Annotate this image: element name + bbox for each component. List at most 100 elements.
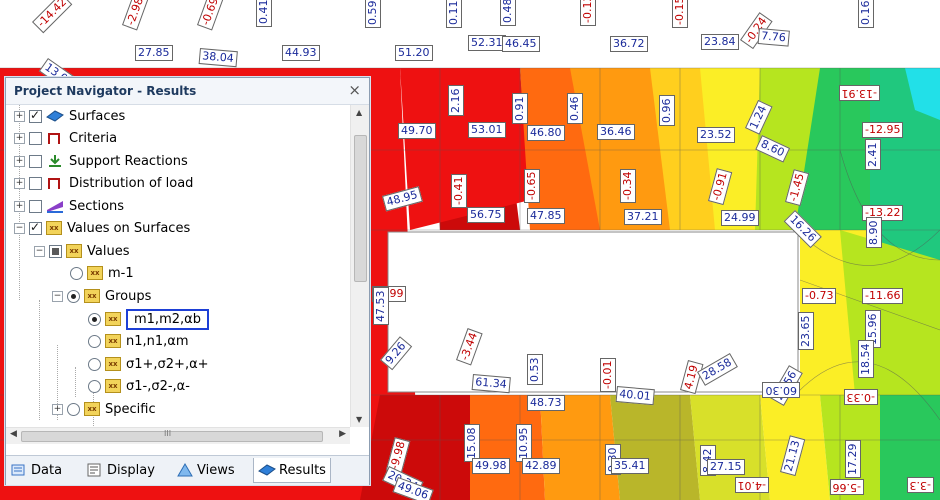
tree-item-label: Distribution of load	[69, 175, 194, 191]
values-icon: xx	[87, 266, 103, 280]
result-value-label: 2.41	[865, 139, 881, 170]
tree-item-label: Values on Surfaces	[67, 220, 191, 236]
tree-item-specific[interactable]: + xx Specific	[52, 398, 156, 420]
result-value-label: 17.29	[845, 440, 861, 478]
checkbox-icon[interactable]	[49, 244, 62, 258]
navigator-title-bar: Project Navigator - Results ×	[6, 78, 369, 105]
tree-item-distribution-of-load[interactable]: + Distribution of load	[14, 172, 193, 194]
radio-icon[interactable]	[88, 312, 101, 326]
result-value-label: 10.95	[516, 424, 532, 462]
result-value-label: 0.11	[446, 0, 462, 28]
checkbox-icon[interactable]	[29, 199, 42, 213]
tree-item-m1-m2-alpha-b[interactable]: xx m1,m2,αb	[88, 308, 209, 330]
expand-icon[interactable]: +	[14, 155, 25, 167]
result-value-label: -0.12	[580, 0, 596, 26]
close-icon[interactable]: ×	[348, 81, 361, 99]
tree-item-support-reactions[interactable]: + Support Reactions	[14, 150, 188, 172]
result-value-label: -0.15	[672, 0, 688, 28]
result-value-label: 42.89	[522, 458, 560, 474]
tree-item-label: Surfaces	[69, 108, 126, 124]
result-value-label: 48.73	[527, 395, 565, 411]
result-value-label: -5.66	[829, 479, 864, 495]
expand-icon[interactable]: +	[14, 110, 25, 122]
tree-item-criteria[interactable]: + Criteria	[14, 127, 117, 149]
checkbox-icon[interactable]	[29, 176, 42, 190]
result-value-label: 49.98	[472, 458, 510, 474]
tree-item-sections[interactable]: + Sections	[14, 195, 124, 217]
display-icon	[87, 463, 101, 477]
values-icon: xx	[105, 357, 121, 371]
result-value-label: 56.75	[467, 207, 505, 223]
vertical-scrollbar[interactable]: ▲ ▼	[350, 105, 369, 427]
tab-results[interactable]: Results	[253, 458, 331, 483]
scroll-right-icon[interactable]: ▶	[339, 429, 346, 439]
surfaces-icon	[46, 109, 64, 123]
tree-item-label: Values	[87, 243, 130, 259]
scroll-up-icon[interactable]: ▲	[356, 108, 362, 117]
checkbox-icon[interactable]	[29, 108, 42, 123]
radio-icon[interactable]	[88, 334, 101, 348]
scroll-thumb[interactable]	[354, 135, 367, 282]
grip-icon: III	[164, 429, 172, 438]
tab-display[interactable]: Display	[86, 458, 155, 482]
result-value-label: 23.84	[701, 34, 739, 50]
result-value-label: -0.01	[600, 357, 616, 392]
expand-icon[interactable]: +	[52, 403, 63, 415]
result-value-label: 47.85	[527, 208, 565, 224]
result-value-label: 15.08	[464, 424, 480, 462]
tree-item-label: Criteria	[69, 130, 118, 146]
collapse-icon[interactable]: −	[52, 290, 63, 302]
navigator-tabs: Data Display Views Results	[6, 455, 369, 485]
horizontal-scrollbar[interactable]: ◀ III ▶	[6, 427, 350, 444]
radio-icon[interactable]	[67, 289, 80, 303]
expand-icon[interactable]: +	[14, 132, 25, 144]
checkbox-icon[interactable]	[29, 220, 42, 235]
tab-data[interactable]: Data	[10, 458, 62, 482]
expand-icon[interactable]: +	[14, 200, 25, 212]
result-value-label: -4.01	[734, 477, 769, 493]
radio-icon[interactable]	[88, 357, 101, 371]
result-value-label: 38.04	[198, 48, 238, 68]
scroll-down-icon[interactable]: ▼	[356, 415, 362, 424]
expand-icon[interactable]: +	[14, 177, 25, 189]
data-icon	[11, 464, 25, 476]
tree-item-label: n1,n1,αm	[126, 333, 189, 349]
tree-item-values[interactable]: − xx Values	[34, 240, 129, 262]
result-value-label: 24.99	[721, 210, 759, 226]
checkbox-icon[interactable]	[29, 154, 42, 168]
views-icon	[177, 463, 193, 477]
checkbox-icon[interactable]	[29, 131, 42, 145]
result-value-label: 18.54	[858, 340, 874, 378]
tree-item-label: σ1-,σ2-,α-	[126, 378, 190, 394]
values-icon: xx	[105, 379, 121, 393]
tab-views[interactable]: Views	[176, 458, 235, 482]
tree-item-sigma-plus[interactable]: xx σ1+,σ2+,α+	[88, 353, 209, 375]
tree-item-n1-n1-alpha-m[interactable]: xx n1,n1,αm	[88, 330, 189, 352]
result-value-label: 47.53	[373, 287, 389, 325]
scroll-left-icon[interactable]: ◀	[10, 429, 17, 439]
tree-item-groups[interactable]: − xx Groups	[52, 285, 151, 307]
tree-item-surfaces[interactable]: + Surfaces	[14, 105, 125, 127]
tree-item-label: Support Reactions	[69, 153, 188, 169]
values-icon: xx	[66, 244, 82, 258]
result-value-label: 0.59	[365, 0, 381, 28]
tree-item-sigma-minus[interactable]: xx σ1-,σ2-,α-	[88, 375, 190, 397]
result-value-label: -12.95	[862, 122, 904, 138]
tree-item-m-1[interactable]: xx m-1	[70, 262, 134, 284]
radio-icon[interactable]	[67, 402, 80, 416]
result-value-label: 36.72	[610, 36, 648, 52]
result-value-label: 23.65	[798, 312, 814, 350]
result-value-label: 49.70	[398, 123, 436, 139]
scroll-thumb[interactable]: III	[21, 429, 323, 442]
navigator-tree: + Surfaces + Criteria + Support Reaction…	[6, 105, 346, 427]
project-navigator-panel: Project Navigator - Results × + Surfaces…	[5, 77, 370, 485]
radio-icon[interactable]	[88, 379, 101, 393]
support-reactions-icon	[46, 154, 64, 168]
values-icon: xx	[46, 221, 62, 235]
collapse-icon[interactable]: −	[14, 222, 25, 234]
collapse-icon[interactable]: −	[34, 245, 45, 257]
result-value-label: 0.48	[500, 0, 516, 26]
tree-item-values-on-surfaces[interactable]: − xx Values on Surfaces	[14, 217, 190, 239]
radio-icon[interactable]	[70, 266, 83, 280]
result-value-label: 37.21	[624, 209, 662, 225]
